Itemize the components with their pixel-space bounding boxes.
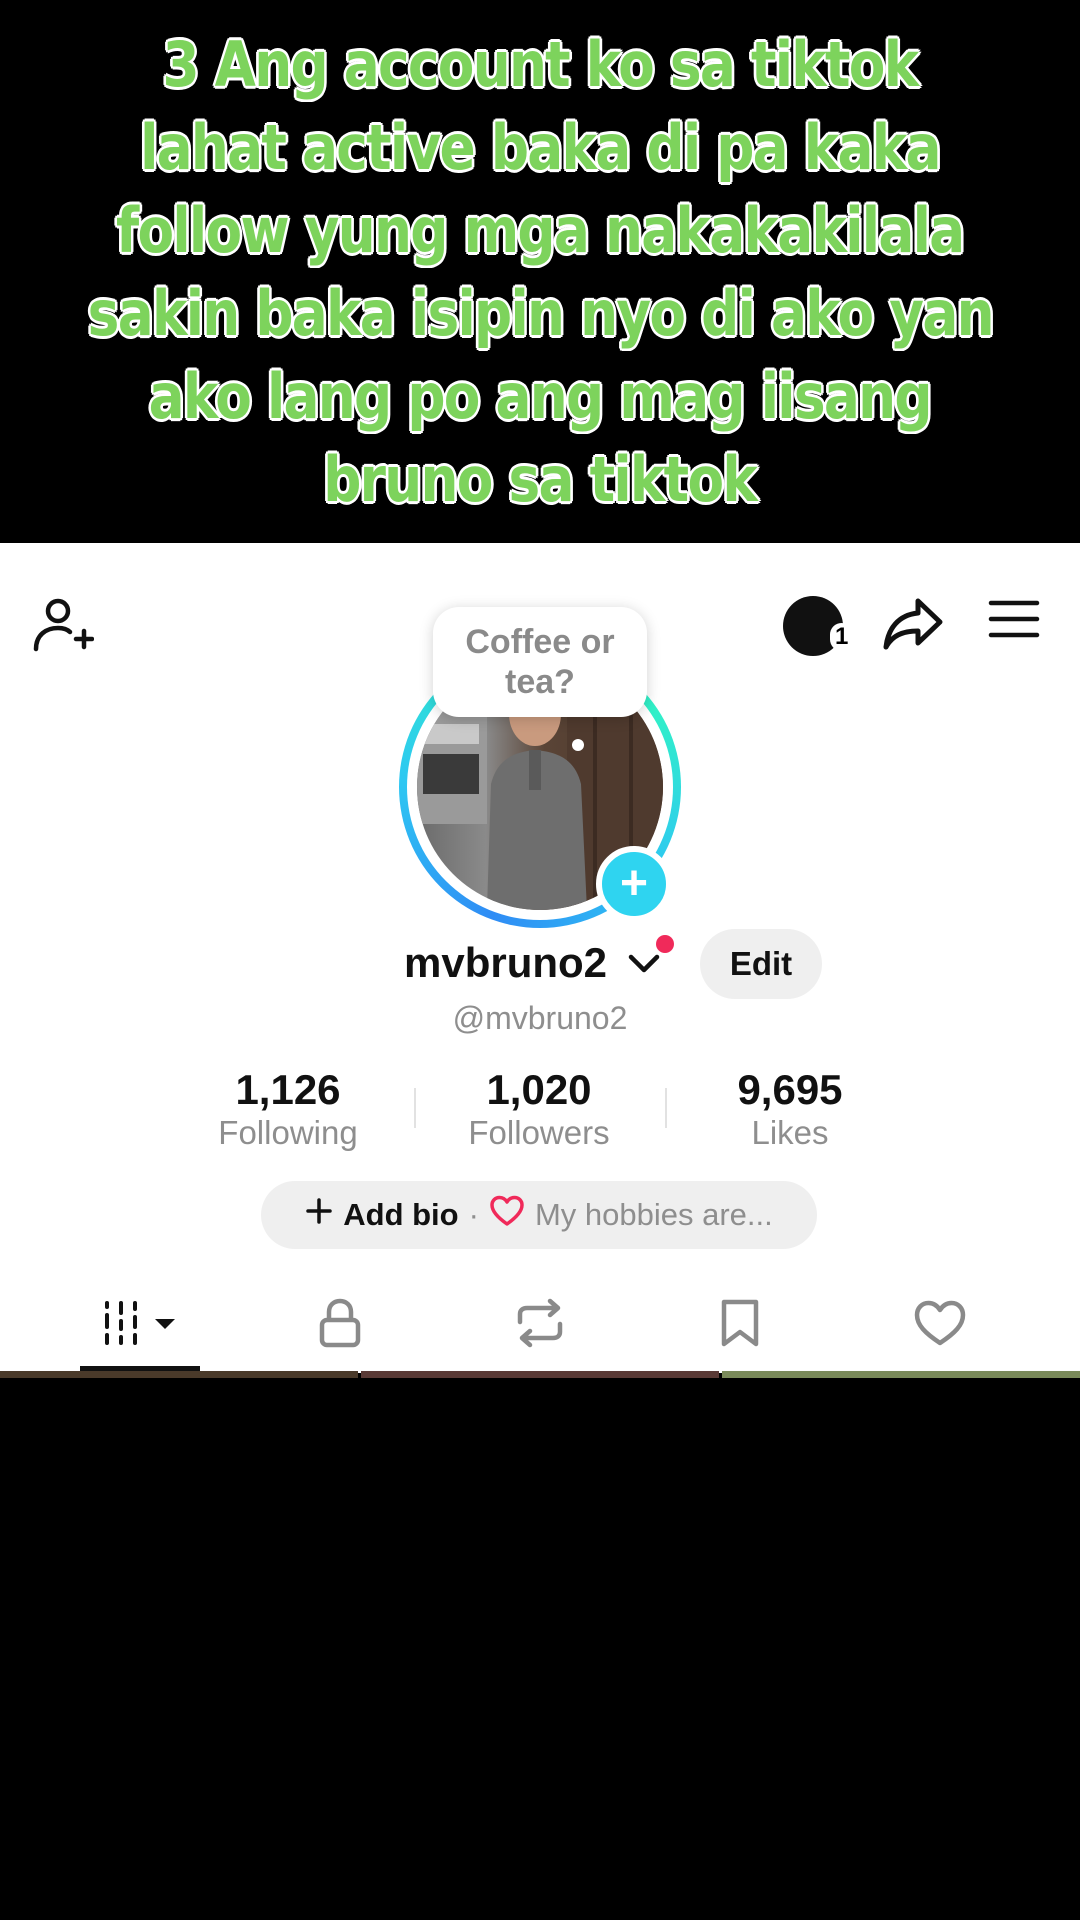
add-bio-button[interactable]: Add bio · My hobbies are... [261, 1181, 817, 1249]
caption-line: follow yung mga nakakakilala [116, 193, 965, 267]
stat-label: Following [218, 1114, 358, 1151]
bookmark-icon [720, 1298, 760, 1353]
plus-icon [305, 1197, 333, 1233]
stat-label: Likes [751, 1114, 829, 1151]
stat-value: 1,126 [235, 1066, 341, 1113]
stat-likes[interactable]: 9,695 Likes [690, 1067, 890, 1153]
status-dot [656, 935, 674, 953]
heart-outline-icon [489, 1195, 525, 1235]
stat-value: 9,695 [737, 1066, 843, 1113]
caption-line: 3 Ang account ko sa tiktok [162, 27, 919, 101]
profile-panel: 1 + Coffee or tea? mvbruno2 Edit @mvbrun… [0, 543, 1080, 1373]
note-bubble[interactable]: Coffee or tea? [433, 607, 647, 717]
caption-line: ako lang po ang mag iisang [148, 359, 933, 433]
video-thumbnail[interactable] [361, 1371, 719, 1378]
heart-icon [913, 1299, 967, 1352]
stat-following[interactable]: 1,126 Following [188, 1067, 388, 1153]
note-bubble-tail [572, 739, 584, 751]
tab-videos[interactable] [70, 1295, 210, 1355]
caption-line: lahat active baka di pa kaka [140, 110, 941, 184]
caption-line: sakin baka isipin nyo di ako yan [87, 276, 994, 350]
notification-badge: 1 [830, 623, 854, 651]
tab-private[interactable] [270, 1295, 410, 1355]
menu-icon[interactable] [988, 599, 1040, 639]
add-bio-label: Add bio [343, 1197, 459, 1232]
video-thumbnail[interactable] [0, 1371, 358, 1378]
note-text: Coffee or tea? [465, 623, 615, 701]
username-handle: @mvbruno2 [452, 1000, 628, 1036]
tab-liked[interactable] [870, 1295, 1010, 1355]
stat-value: 1,020 [486, 1066, 592, 1113]
lock-icon [318, 1298, 362, 1353]
chevron-down-icon[interactable] [628, 953, 660, 975]
share-icon[interactable] [882, 595, 944, 653]
caption-line: bruno sa tiktok [323, 442, 759, 516]
video-thumbnail[interactable] [722, 1371, 1080, 1378]
video-grid [0, 1371, 1080, 1378]
tab-favorites[interactable] [670, 1295, 810, 1355]
tab-reposts[interactable] [470, 1295, 610, 1355]
repost-icon [514, 1298, 566, 1353]
divider [414, 1088, 416, 1128]
display-name[interactable]: mvbruno2 [404, 939, 607, 987]
stat-label: Followers [468, 1114, 610, 1151]
bio-separator: · [468, 1197, 479, 1232]
bio-prompt: My hobbies are... [534, 1197, 773, 1232]
edit-profile-button[interactable]: Edit [700, 929, 822, 999]
add-story-button[interactable]: + [596, 846, 672, 922]
stat-followers[interactable]: 1,020 Followers [439, 1067, 639, 1153]
grid-icon [100, 1299, 180, 1352]
divider [665, 1088, 667, 1128]
add-friend-icon[interactable] [32, 595, 94, 655]
caption-overlay: 3 Ang account ko sa tiktok lahat active … [0, 0, 1080, 543]
